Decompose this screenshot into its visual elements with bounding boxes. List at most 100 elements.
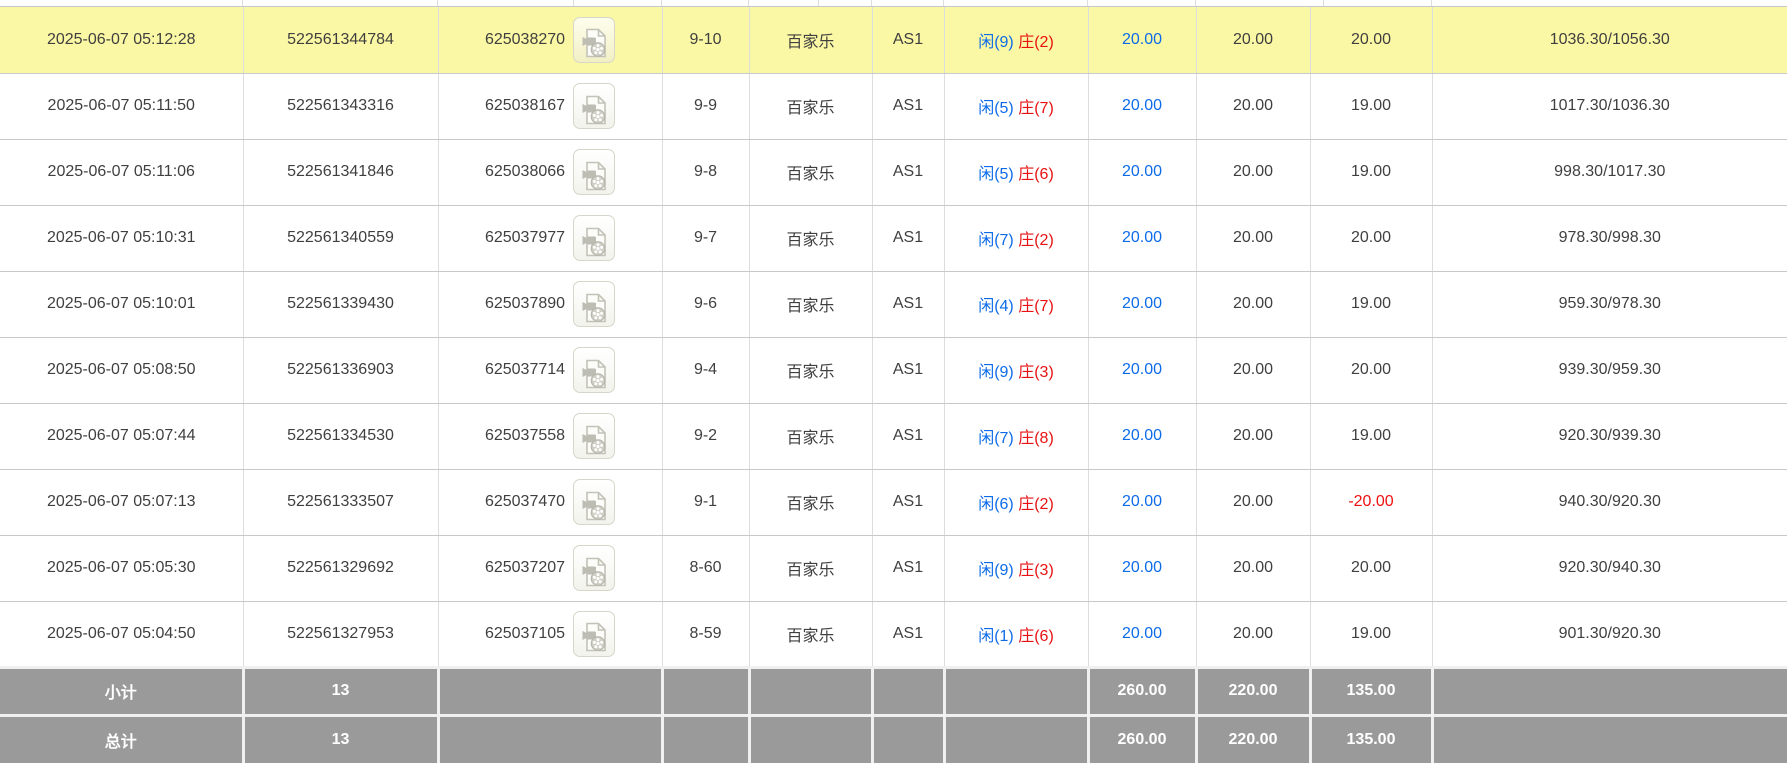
valid-amount-cell: 20.00 <box>1196 469 1310 535</box>
table-code-cell: AS1 <box>872 469 944 535</box>
table-code-cell: AS1 <box>872 205 944 271</box>
win-loss-cell: 20.00 <box>1310 7 1432 73</box>
video-replay-button[interactable] <box>573 215 615 261</box>
round-id-cell: 625037714 <box>438 337 662 403</box>
table-row[interactable]: 2025-06-07 05:10:31 522561340559 6250379… <box>0 205 1787 271</box>
balance-cell: 1017.30/1036.30 <box>1432 73 1787 139</box>
video-replay-button[interactable] <box>573 611 615 657</box>
empty-cell <box>872 715 944 763</box>
game-name-cell: 百家乐 <box>749 7 872 73</box>
table-code-cell: AS1 <box>872 403 944 469</box>
win-loss-cell: 20.00 <box>1310 205 1432 271</box>
video-replay-button[interactable] <box>573 413 615 459</box>
empty-cell <box>438 667 662 715</box>
bet-amount-cell: 20.00 <box>1088 7 1196 73</box>
table-row[interactable]: 2025-06-07 05:11:06 522561341846 6250380… <box>0 139 1787 205</box>
video-replay-button[interactable] <box>573 149 615 195</box>
round-id-cell: 625037890 <box>438 271 662 337</box>
bet-amount-cell: 20.00 <box>1088 139 1196 205</box>
win-loss-cell: 20.00 <box>1310 535 1432 601</box>
win-loss-cell: 19.00 <box>1310 73 1432 139</box>
time-cell: 2025-06-07 05:07:13 <box>0 469 243 535</box>
valid-amount-cell: 20.00 <box>1196 403 1310 469</box>
video-replay-file-icon <box>581 425 607 455</box>
banker-result: 庄(7) <box>1018 100 1054 117</box>
table-row-selected[interactable]: 2025-06-07 05:12:28 522561344784 6250382… <box>0 7 1787 73</box>
round-id-cell: 625037105 <box>438 601 662 667</box>
subtotal-count: 13 <box>243 667 438 715</box>
result-cell: 闲(5) 庄(7) <box>944 73 1088 139</box>
empty-cell <box>438 715 662 763</box>
empty-cell <box>944 667 1088 715</box>
table-row[interactable]: 2025-06-07 05:08:50 522561336903 6250377… <box>0 337 1787 403</box>
table-row[interactable]: 2025-06-07 05:11:50 522561343316 6250381… <box>0 73 1787 139</box>
time-cell: 2025-06-07 05:11:50 <box>0 73 243 139</box>
table-code-cell: AS1 <box>872 139 944 205</box>
bet-amount-cell: 20.00 <box>1088 73 1196 139</box>
video-replay-button[interactable] <box>573 17 615 63</box>
round-id: 625037714 <box>485 361 565 379</box>
video-replay-file-icon <box>581 359 607 389</box>
bet-id-cell: 522561340559 <box>243 205 438 271</box>
video-replay-file-icon <box>581 95 607 125</box>
round-number-cell: 9-1 <box>662 469 749 535</box>
empty-cell <box>872 667 944 715</box>
empty-cell <box>1432 715 1787 763</box>
bet-id-cell: 522561344784 <box>243 7 438 73</box>
round-number-cell: 9-7 <box>662 205 749 271</box>
empty-cell <box>749 715 872 763</box>
table-row[interactable]: 2025-06-07 05:07:13 522561333507 6250374… <box>0 469 1787 535</box>
table-row[interactable]: 2025-06-07 05:10:01 522561339430 6250378… <box>0 271 1787 337</box>
game-name-cell: 百家乐 <box>749 139 872 205</box>
bet-id-cell: 522561341846 <box>243 139 438 205</box>
empty-cell <box>662 715 749 763</box>
bet-id-cell: 522561333507 <box>243 469 438 535</box>
banker-result: 庄(3) <box>1018 364 1054 381</box>
banker-result: 庄(2) <box>1018 496 1054 513</box>
banker-result: 庄(2) <box>1018 232 1054 249</box>
round-number-cell: 9-10 <box>662 7 749 73</box>
result-cell: 闲(9) 庄(3) <box>944 535 1088 601</box>
player-result: 闲(4) <box>978 298 1014 315</box>
video-replay-file-icon <box>581 491 607 521</box>
balance-cell: 1036.30/1056.30 <box>1432 7 1787 73</box>
win-loss-cell: 19.00 <box>1310 403 1432 469</box>
bet-amount-cell: 20.00 <box>1088 535 1196 601</box>
video-replay-file-icon <box>581 227 607 257</box>
table-row[interactable]: 2025-06-07 05:05:30 522561329692 6250372… <box>0 535 1787 601</box>
round-number-cell: 9-4 <box>662 337 749 403</box>
time-cell: 2025-06-07 05:10:01 <box>0 271 243 337</box>
video-replay-button[interactable] <box>573 545 615 591</box>
player-result: 闲(6) <box>978 496 1014 513</box>
balance-cell: 940.30/920.30 <box>1432 469 1787 535</box>
table-row[interactable]: 2025-06-07 05:04:50 522561327953 6250371… <box>0 601 1787 667</box>
banker-result: 庄(3) <box>1018 562 1054 579</box>
balance-cell: 998.30/1017.30 <box>1432 139 1787 205</box>
truncated-row-top <box>0 0 1787 7</box>
round-id: 625037207 <box>485 559 565 577</box>
round-id-cell: 625037977 <box>438 205 662 271</box>
valid-amount-cell: 20.00 <box>1196 601 1310 667</box>
valid-amount-cell: 20.00 <box>1196 7 1310 73</box>
subtotal-bet-amount: 260.00 <box>1088 667 1196 715</box>
valid-amount-cell: 20.00 <box>1196 139 1310 205</box>
table-code-cell: AS1 <box>872 73 944 139</box>
video-replay-button[interactable] <box>573 347 615 393</box>
round-id-cell: 625037558 <box>438 403 662 469</box>
total-count: 13 <box>243 715 438 763</box>
video-replay-button[interactable] <box>573 281 615 327</box>
balance-cell: 920.30/940.30 <box>1432 535 1787 601</box>
video-replay-button[interactable] <box>573 83 615 129</box>
time-cell: 2025-06-07 05:08:50 <box>0 337 243 403</box>
game-name-cell: 百家乐 <box>749 403 872 469</box>
video-replay-button[interactable] <box>573 479 615 525</box>
table-code-cell: AS1 <box>872 601 944 667</box>
table-row[interactable]: 2025-06-07 05:07:44 522561334530 6250375… <box>0 403 1787 469</box>
table-code-cell: AS1 <box>872 337 944 403</box>
table-code-cell: AS1 <box>872 271 944 337</box>
result-cell: 闲(4) 庄(7) <box>944 271 1088 337</box>
game-name-cell: 百家乐 <box>749 535 872 601</box>
subtotal-label: 小计 <box>0 667 243 715</box>
table-code-cell: AS1 <box>872 535 944 601</box>
valid-amount-cell: 20.00 <box>1196 535 1310 601</box>
